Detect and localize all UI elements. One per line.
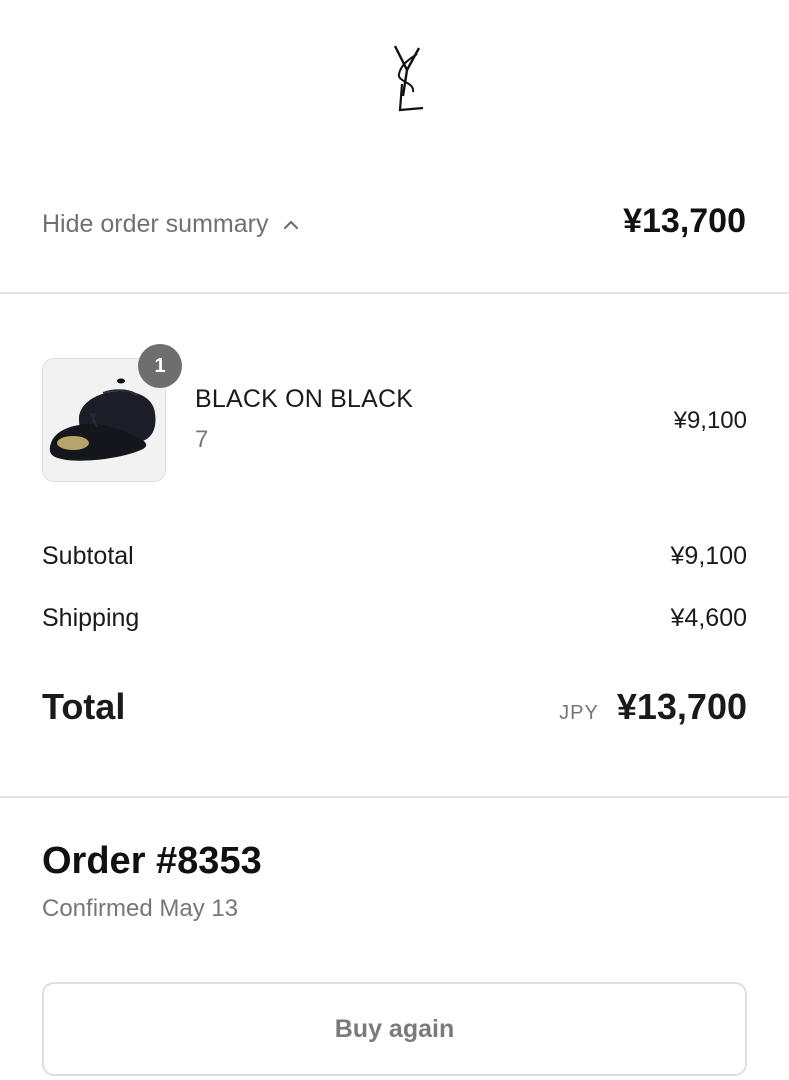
product-name: BLACK ON BLACK [195, 385, 414, 413]
shipping-row: Shipping ¥4,600 [42, 600, 747, 636]
subtotal-value: ¥9,100 [670, 541, 747, 570]
order-status: Confirmed May 13 [42, 895, 239, 922]
total-label: Total [42, 686, 126, 727]
chevron-up-icon [282, 216, 300, 234]
summary-toggle-label: Hide order summary [42, 210, 269, 238]
currency-code: JPY [559, 702, 599, 724]
divider [0, 796, 789, 798]
buy-again-button[interactable]: Buy again [42, 982, 747, 1076]
shipping-label: Shipping [42, 603, 140, 632]
hide-order-summary-toggle[interactable]: Hide order summary [42, 210, 300, 239]
summary-total: ¥13,700 [623, 202, 746, 240]
divider [0, 292, 789, 294]
total-amount: JPY ¥13,700 [559, 686, 747, 728]
quantity-badge: 1 [138, 344, 182, 388]
line-item: 1 BLACK ON BLACK 7 ¥9,100 [42, 344, 747, 482]
total-value: ¥13,700 [616, 686, 747, 727]
total-row: Total JPY ¥13,700 [42, 684, 747, 730]
order-summary-bar: Hide order summary ¥13,700 [0, 170, 789, 294]
brand-logo [393, 44, 425, 112]
product-price: ¥9,100 [673, 407, 747, 434]
ysl-logo-icon [393, 45, 424, 112]
shipping-value: ¥4,600 [670, 603, 747, 632]
order-title: Order #8353 [42, 840, 262, 882]
subtotal-label: Subtotal [42, 541, 134, 570]
product-variant: 7 [195, 426, 209, 453]
subtotal-row: Subtotal ¥9,100 [42, 538, 747, 574]
